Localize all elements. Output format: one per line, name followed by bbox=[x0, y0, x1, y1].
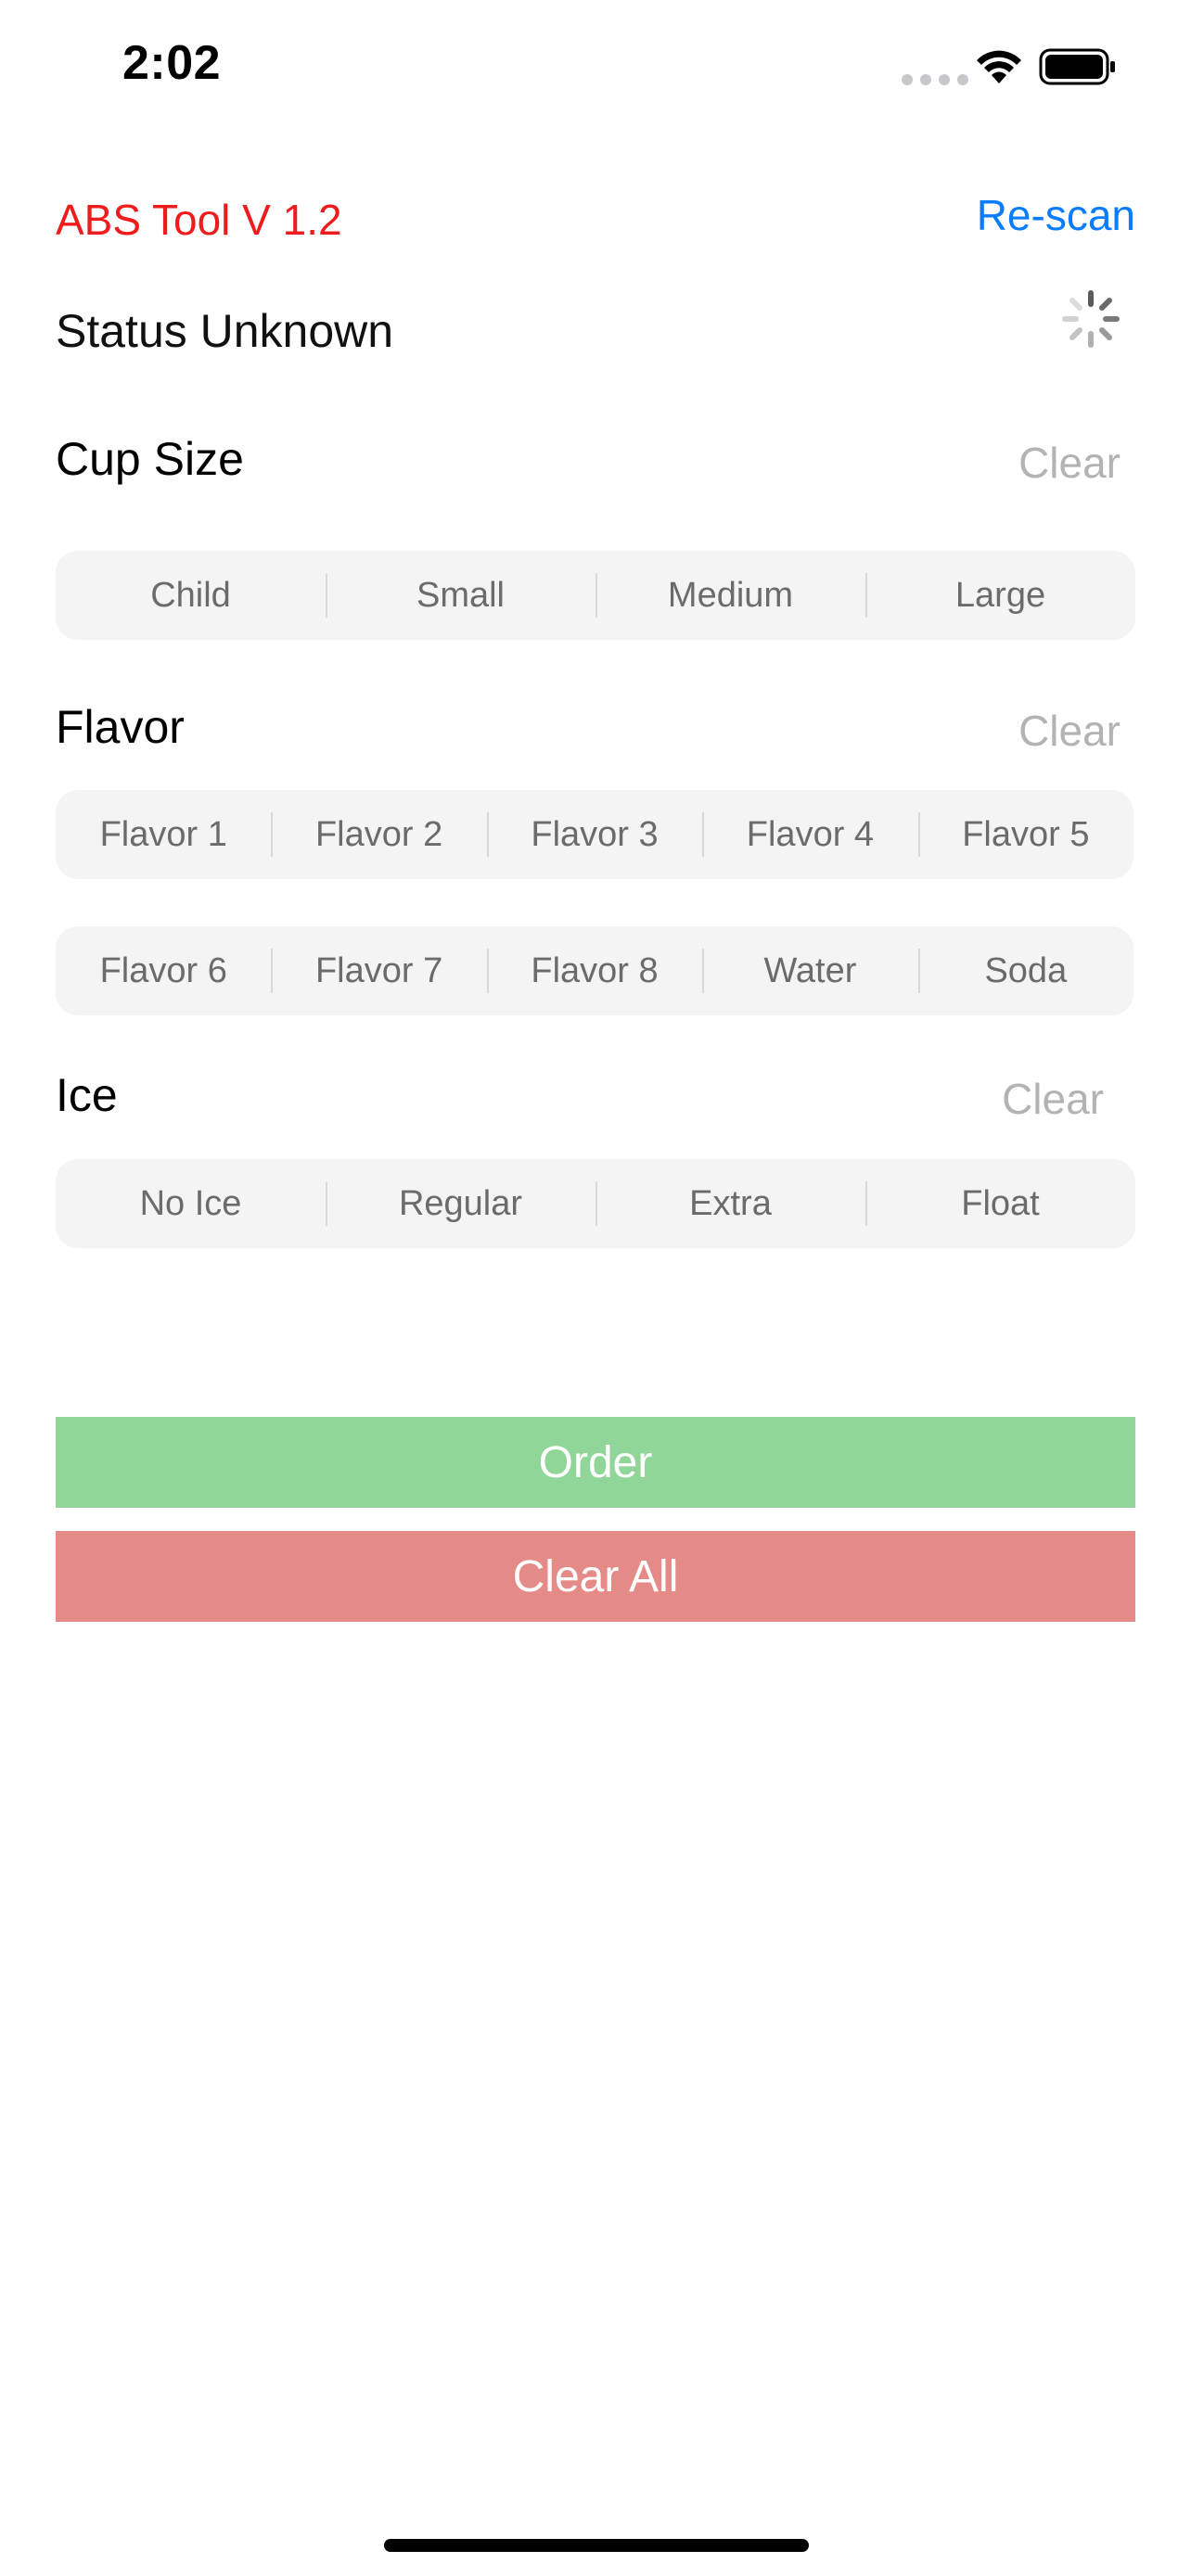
segment-regular[interactable]: Regular bbox=[326, 1159, 596, 1248]
cup-size-clear-button[interactable]: Clear bbox=[1018, 438, 1121, 488]
segment-flavor-2[interactable]: Flavor 2 bbox=[271, 790, 486, 879]
segment-float[interactable]: Float bbox=[865, 1159, 1135, 1248]
battery-icon bbox=[1039, 48, 1115, 85]
segment-flavor-4[interactable]: Flavor 4 bbox=[702, 790, 917, 879]
segment-water[interactable]: Water bbox=[702, 926, 917, 1015]
ice-clear-button[interactable]: Clear bbox=[1002, 1074, 1104, 1124]
ice-title: Ice bbox=[56, 1069, 118, 1121]
segment-extra[interactable]: Extra bbox=[596, 1159, 865, 1248]
app-title: ABS Tool V 1.2 bbox=[56, 196, 342, 244]
flavor-clear-button[interactable]: Clear bbox=[1018, 706, 1121, 756]
order-button[interactable]: Order bbox=[56, 1417, 1135, 1508]
connection-status: Status Unknown bbox=[56, 305, 394, 357]
segment-small[interactable]: Small bbox=[326, 551, 596, 640]
segment-large[interactable]: Large bbox=[865, 551, 1135, 640]
segment-flavor-7[interactable]: Flavor 7 bbox=[271, 926, 486, 1015]
segment-flavor-6[interactable]: Flavor 6 bbox=[56, 926, 271, 1015]
segment-flavor-5[interactable]: Flavor 5 bbox=[917, 790, 1133, 879]
cup-size-title: Cup Size bbox=[56, 433, 244, 485]
segment-soda[interactable]: Soda bbox=[917, 926, 1133, 1015]
status-time: 2:02 bbox=[122, 36, 222, 90]
clear-all-button[interactable]: Clear All bbox=[56, 1531, 1135, 1622]
segment-flavor-1[interactable]: Flavor 1 bbox=[56, 790, 271, 879]
cellular-signal-icon bbox=[902, 74, 968, 85]
segment-no-ice[interactable]: No Ice bbox=[56, 1159, 326, 1248]
segment-flavor-3[interactable]: Flavor 3 bbox=[486, 790, 702, 879]
segment-child[interactable]: Child bbox=[56, 551, 326, 640]
wifi-icon bbox=[977, 50, 1021, 83]
flavor-segmented-control-row-2[interactable]: Flavor 6 Flavor 7 Flavor 8 Water Soda bbox=[56, 926, 1133, 1015]
flavor-segmented-control-row-1[interactable]: Flavor 1 Flavor 2 Flavor 3 Flavor 4 Flav… bbox=[56, 790, 1133, 879]
spinner-icon bbox=[1062, 290, 1120, 348]
rescan-button[interactable]: Re-scan bbox=[977, 190, 1135, 240]
cup-size-segmented-control[interactable]: Child Small Medium Large bbox=[56, 551, 1135, 640]
segment-medium[interactable]: Medium bbox=[596, 551, 865, 640]
home-indicator[interactable] bbox=[384, 2539, 809, 2552]
ice-segmented-control[interactable]: No Ice Regular Extra Float bbox=[56, 1159, 1135, 1248]
segment-flavor-8[interactable]: Flavor 8 bbox=[486, 926, 702, 1015]
flavor-title: Flavor bbox=[56, 701, 185, 753]
